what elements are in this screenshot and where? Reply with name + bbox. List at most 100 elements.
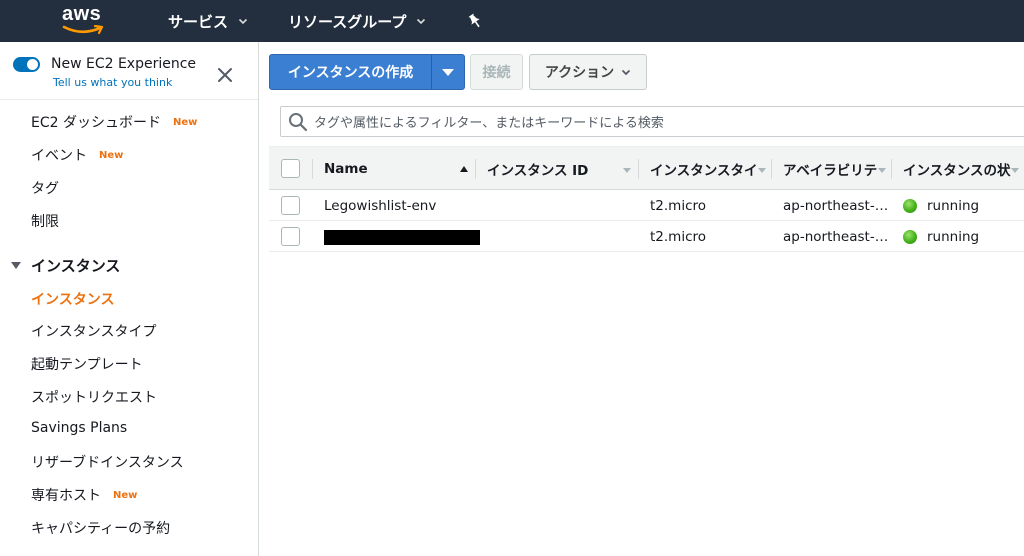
cell-instance-type: t2.micro	[650, 198, 707, 214]
sort-icon[interactable]	[878, 168, 886, 173]
launch-dropdown-button[interactable]	[431, 55, 464, 89]
sidebar-item-savings-plans[interactable]: Savings Plans	[31, 420, 127, 436]
resource-groups-menu[interactable]: リソースグループ	[288, 0, 426, 42]
services-menu[interactable]: サービス	[168, 0, 248, 42]
column-header-instance-id[interactable]: インスタンス ID	[487, 147, 617, 191]
cell-availability-zone: ap-northeast-…	[783, 198, 889, 214]
aws-logo-text: aws	[62, 3, 102, 25]
caret-down-icon	[11, 262, 21, 269]
sort-ascending-icon[interactable]	[460, 166, 468, 172]
sidebar-item-label: 制限	[31, 214, 59, 230]
column-header-label: インスタンス ID	[487, 163, 589, 179]
sidebar: New EC2 Experience Tell us what you thin…	[0, 42, 259, 556]
row-checkbox[interactable]	[281, 227, 300, 246]
aws-logo[interactable]: aws	[0, 0, 110, 42]
sidebar-item-instance-types[interactable]: インスタンスタイプ	[31, 321, 156, 341]
table-row[interactable]: Legowishlist-env t2.micro ap-northeast-……	[269, 191, 1024, 221]
sidebar-item-instances[interactable]: インスタンス	[31, 289, 114, 309]
sidebar-item-label: キャパシティーの予約	[31, 521, 171, 537]
chevron-down-icon	[238, 18, 248, 25]
new-experience-banner: New EC2 Experience Tell us what you thin…	[0, 42, 258, 100]
sidebar-item-label: タグ	[31, 181, 59, 197]
redacted-name	[324, 229, 480, 245]
chevron-down-icon	[622, 69, 631, 76]
column-header-label: インスタンスタイ	[650, 163, 756, 179]
sidebar-item-label: 起動テンプレート	[31, 357, 143, 373]
column-divider	[475, 159, 476, 179]
sidebar-section-label: インスタンス	[31, 257, 121, 275]
cell-availability-zone: ap-northeast-…	[783, 229, 889, 245]
chevron-down-icon	[417, 18, 426, 25]
cell-instance-state: running	[903, 191, 1023, 221]
filter-placeholder: タグや属性によるフィルター、またはキーワードによる検索	[314, 116, 664, 131]
sidebar-item-label: イベント	[31, 148, 87, 164]
sidebar-item-limits[interactable]: 制限	[31, 211, 59, 231]
actions-label: アクション	[544, 65, 615, 81]
status-label: running	[927, 229, 980, 245]
toggle-knob	[27, 59, 38, 70]
sidebar-item-label: スポットリクエスト	[31, 390, 157, 406]
caret-down-icon	[442, 68, 455, 76]
status-label: running	[927, 198, 980, 214]
select-all-checkbox[interactable]	[281, 159, 300, 178]
sidebar-item-reserved-instances[interactable]: リザーブドインスタンス	[31, 452, 184, 472]
table-row[interactable]: t2.micro ap-northeast-… running	[269, 222, 1024, 252]
filter-search-input[interactable]: タグや属性によるフィルター、またはキーワードによる検索	[280, 106, 1024, 137]
cell-name	[324, 222, 484, 252]
new-badge: New	[113, 489, 138, 501]
column-divider	[771, 159, 772, 179]
cell-instance-id	[487, 191, 637, 221]
cell-instance-type: t2.micro	[650, 229, 707, 245]
column-divider	[891, 159, 892, 179]
services-label: サービス	[168, 12, 229, 31]
launch-instance-split-button: インスタンスの作成	[269, 54, 465, 90]
column-divider	[312, 159, 313, 179]
column-header-instance-type[interactable]: インスタンスタイ	[650, 147, 756, 191]
column-header-label: Name	[324, 161, 368, 177]
sort-icon[interactable]	[623, 168, 631, 173]
sort-icon[interactable]	[1011, 168, 1019, 173]
running-status-icon	[903, 199, 917, 213]
sidebar-item-label: 専有ホスト	[31, 488, 101, 504]
top-navigation-bar: aws サービス リソースグループ	[0, 0, 1024, 42]
sidebar-item-events[interactable]: イベント New	[31, 145, 123, 165]
pin-icon[interactable]	[466, 12, 484, 30]
actions-button[interactable]: アクション	[529, 54, 647, 90]
feedback-link[interactable]: Tell us what you think	[53, 76, 172, 89]
launch-instance-button[interactable]: インスタンスの作成	[270, 55, 431, 89]
new-experience-toggle[interactable]	[13, 57, 40, 72]
sidebar-item-capacity-reservations[interactable]: キャパシティーの予約	[31, 518, 170, 538]
column-header-availability-zone[interactable]: アベイラビリテ	[783, 147, 877, 191]
new-badge: New	[99, 149, 124, 161]
close-icon[interactable]	[216, 66, 234, 84]
column-header-label: アベイラビリテ	[783, 163, 877, 179]
sidebar-item-tags[interactable]: タグ	[31, 178, 59, 198]
cell-instance-state: running	[903, 222, 1023, 252]
table-header: Name インスタンス ID インスタンスタイ アベイラビリテ インスタンスの状	[269, 146, 1024, 190]
sidebar-section-instances[interactable]: インスタンス	[11, 255, 120, 276]
new-badge: New	[172, 116, 198, 128]
sort-icon[interactable]	[758, 168, 766, 173]
running-status-icon	[903, 230, 917, 244]
column-divider	[638, 159, 639, 179]
aws-smile-icon	[62, 25, 104, 35]
column-header-name[interactable]: Name	[324, 147, 464, 191]
new-experience-title: New EC2 Experience	[51, 56, 197, 72]
sidebar-item-label: インスタンス	[31, 292, 115, 308]
sidebar-item-label: リザーブドインスタンス	[31, 455, 184, 471]
connect-button[interactable]: 接続	[470, 54, 523, 90]
sidebar-item-dedicated-hosts[interactable]: 専有ホスト New	[31, 485, 137, 505]
sidebar-item-launch-templates[interactable]: 起動テンプレート	[31, 354, 143, 374]
sidebar-item-label: EC2 ダッシュボード	[31, 115, 161, 131]
sidebar-item-spot-requests[interactable]: スポットリクエスト	[31, 387, 157, 407]
resource-groups-label: リソースグループ	[288, 12, 407, 31]
column-header-instance-state[interactable]: インスタンスの状	[903, 147, 1011, 191]
sidebar-item-ec2-dashboard[interactable]: EC2 ダッシュボード New	[31, 112, 197, 132]
row-checkbox[interactable]	[281, 196, 300, 215]
search-icon	[289, 112, 308, 131]
sidebar-item-label: Savings Plans	[31, 420, 128, 436]
cell-instance-id	[487, 222, 637, 252]
main-content: インスタンスの作成 接続 アクション タグや属性によるフィルター、またはキーワー…	[260, 42, 1024, 556]
column-header-label: インスタンスの状	[903, 163, 1011, 179]
cell-name: Legowishlist-env	[324, 198, 437, 214]
